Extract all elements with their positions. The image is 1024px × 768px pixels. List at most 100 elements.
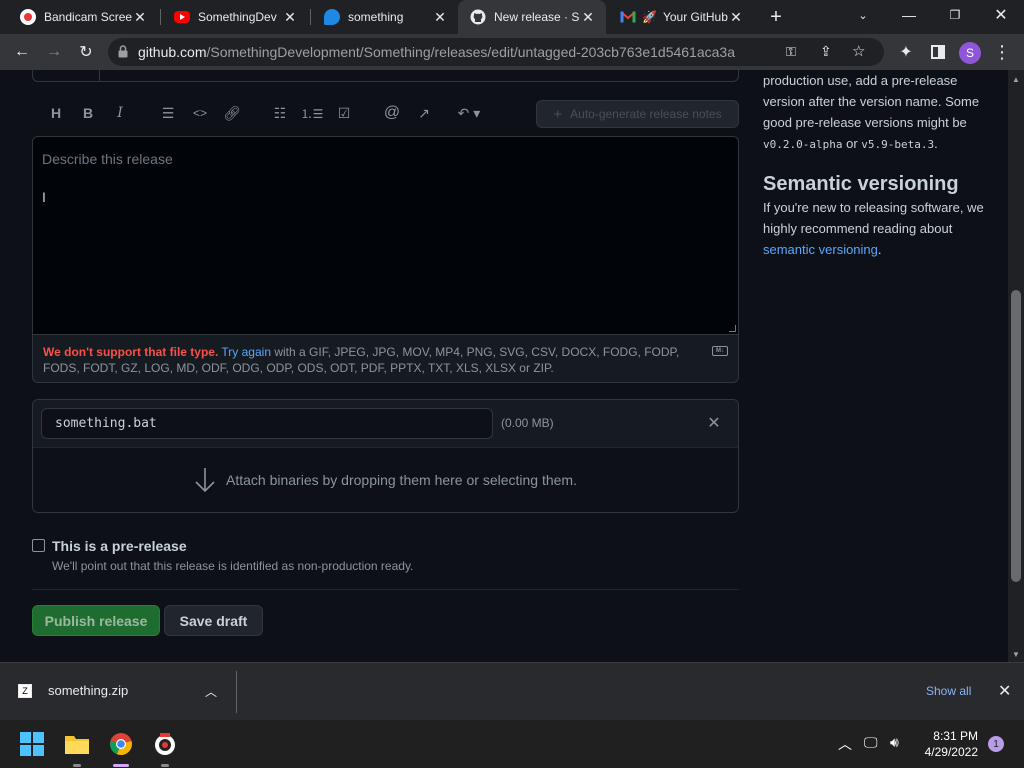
resize-handle[interactable] bbox=[729, 325, 736, 332]
heading-icon[interactable]: H bbox=[45, 102, 67, 124]
downloads-bar: Z something.zip ︿ Show all ✕ bbox=[0, 662, 1024, 720]
zip-file-icon: Z bbox=[18, 683, 32, 698]
prerelease-label[interactable]: This is a pre-release bbox=[52, 538, 187, 554]
lock-icon bbox=[118, 45, 128, 63]
app-icon bbox=[324, 9, 340, 25]
binaries-drop-zone[interactable]: Attach binaries by dropping them here or… bbox=[33, 448, 738, 512]
address-bar[interactable]: github.com/SomethingDevelopment/Somethin… bbox=[108, 38, 884, 66]
chevron-up-icon[interactable]: ︿ bbox=[838, 734, 852, 754]
publish-release-button[interactable]: Publish release bbox=[32, 605, 160, 636]
close-downloads-icon[interactable]: ✕ bbox=[998, 681, 1011, 701]
share-icon[interactable]: ⇪ bbox=[820, 43, 832, 60]
semantic-versioning-link[interactable]: semantic versioning bbox=[763, 242, 878, 257]
text-cursor-icon: I bbox=[42, 189, 46, 205]
browser-toolbar: ← → ↻ github.com/SomethingDevelopment/So… bbox=[0, 34, 1024, 70]
quote-icon[interactable]: ☰ bbox=[157, 102, 179, 124]
clock-time: 8:31 PM bbox=[933, 729, 978, 743]
remove-file-button[interactable]: ✕ bbox=[705, 414, 723, 432]
write-preview-tabs bbox=[32, 70, 739, 82]
close-icon[interactable]: ✕ bbox=[432, 9, 448, 25]
bullet-list-icon[interactable]: ☷ bbox=[269, 102, 291, 124]
youtube-icon bbox=[174, 11, 190, 23]
prerelease-note: We'll point out that this release is ide… bbox=[52, 559, 414, 573]
menu-kebab-icon[interactable]: ⋮ bbox=[988, 38, 1016, 66]
minimize-button[interactable]: — bbox=[886, 0, 932, 30]
reload-button[interactable]: ↻ bbox=[72, 38, 100, 66]
release-page: H B I ☰ <> 🔗︎ ☷ ⒈☰ ☑ @ ↗ ↶ ▾ + Auto-gener… bbox=[0, 70, 1008, 662]
release-description-textarea[interactable]: Describe this release I bbox=[33, 137, 738, 335]
tab-title: something bbox=[348, 10, 404, 24]
clock-date: 4/29/2022 bbox=[924, 745, 978, 759]
close-icon[interactable]: ✕ bbox=[728, 9, 744, 25]
mention-icon[interactable]: @ bbox=[381, 102, 403, 124]
reply-undo-icon[interactable]: ↶ ▾ bbox=[453, 102, 485, 124]
system-clock[interactable]: 8:31 PM 4/29/2022 bbox=[920, 728, 978, 760]
volume-icon[interactable]: 🔊︎ bbox=[890, 734, 899, 751]
new-tab-button[interactable]: + bbox=[762, 3, 790, 31]
release-help-sidebar: production use, add a pre-release versio… bbox=[763, 70, 993, 260]
browser-tab-gmail[interactable]: 🚀 Your GitHub ✕ bbox=[608, 0, 754, 34]
tab-search-button[interactable]: ⌄ bbox=[840, 0, 886, 30]
reference-icon[interactable]: ↗ bbox=[413, 102, 435, 124]
file-explorer-icon[interactable] bbox=[63, 730, 91, 758]
extensions-icon[interactable]: ✦ bbox=[892, 38, 920, 66]
auto-generate-notes-button[interactable]: + Auto-generate release notes bbox=[536, 100, 739, 128]
network-icon[interactable]: 🖵︎ bbox=[864, 734, 878, 751]
close-icon[interactable]: ✕ bbox=[132, 9, 148, 25]
semantic-versioning-heading: Semantic versioning bbox=[763, 173, 959, 195]
markdown-icon[interactable]: M↓ bbox=[712, 346, 728, 356]
bold-icon[interactable]: B bbox=[77, 102, 99, 124]
save-draft-button[interactable]: Save draft bbox=[164, 605, 263, 636]
semver-help-text: If you're new to releasing software, we … bbox=[763, 200, 984, 257]
divider bbox=[236, 671, 237, 713]
divider bbox=[32, 589, 739, 590]
arrow-down-icon bbox=[195, 468, 215, 493]
try-again-link[interactable]: Try again bbox=[221, 345, 271, 359]
close-window-button[interactable]: ✕ bbox=[978, 0, 1024, 30]
forward-button[interactable]: → bbox=[40, 38, 68, 66]
tab-title: SomethingDev bbox=[198, 10, 277, 24]
tab-title: New release · So bbox=[494, 10, 580, 24]
side-panel-icon[interactable] bbox=[924, 38, 952, 66]
attachments-box: something.bat (0.00 MB) ✕ Attach binarie… bbox=[32, 399, 739, 513]
record-icon bbox=[20, 9, 36, 25]
browser-tab-something[interactable]: something ✕ bbox=[312, 0, 458, 34]
chevron-up-icon[interactable]: ︿ bbox=[205, 683, 217, 700]
download-file-name: something.zip bbox=[48, 683, 129, 698]
github-icon bbox=[470, 9, 486, 25]
restore-button[interactable]: ❐ bbox=[932, 0, 978, 30]
link-icon[interactable]: 🔗︎ bbox=[221, 102, 243, 124]
chrome-icon[interactable] bbox=[107, 730, 135, 758]
numbered-list-icon[interactable]: ⒈☰ bbox=[301, 102, 324, 124]
close-icon[interactable]: ✕ bbox=[580, 9, 596, 25]
textarea-placeholder: Describe this release bbox=[42, 151, 173, 167]
browser-tab-youtube[interactable]: SomethingDev ✕ bbox=[162, 0, 308, 34]
bandicam-icon[interactable] bbox=[151, 730, 179, 758]
notification-badge[interactable]: 1 bbox=[988, 736, 1004, 752]
markdown-toolbar: H B I ☰ <> 🔗︎ ☷ ⒈☰ ☑ @ ↗ ↶ ▾ + Auto-gener… bbox=[32, 96, 739, 132]
windows-start-icon[interactable] bbox=[18, 730, 46, 758]
prerelease-checkbox[interactable] bbox=[32, 539, 45, 552]
profile-avatar[interactable]: S bbox=[959, 42, 981, 64]
attached-file-name-input[interactable]: something.bat bbox=[41, 408, 493, 439]
tab-strip: Bandicam Scree ✕ SomethingDev ✕ somethin… bbox=[0, 0, 1024, 34]
show-all-downloads-link[interactable]: Show all bbox=[926, 684, 971, 698]
tab-title: Bandicam Scree bbox=[44, 10, 132, 24]
taskbar-indicator bbox=[161, 764, 169, 767]
star-icon[interactable]: ☆ bbox=[852, 42, 865, 60]
code-icon[interactable]: <> bbox=[189, 102, 211, 124]
close-icon[interactable]: ✕ bbox=[282, 9, 298, 25]
tab-title: Your GitHub bbox=[662, 10, 728, 24]
gmail-icon bbox=[620, 9, 636, 25]
key-icon[interactable]: ⚿ bbox=[786, 44, 796, 60]
italic-icon[interactable]: I bbox=[109, 102, 131, 124]
download-item[interactable]: Z something.zip bbox=[18, 683, 128, 698]
scrollbar-thumb[interactable] bbox=[1011, 290, 1021, 582]
scroll-down-arrow-icon[interactable]: ▼ bbox=[1008, 647, 1024, 661]
browser-tab-new-release[interactable]: New release · So ✕ bbox=[458, 0, 606, 34]
browser-tab-bandicam[interactable]: Bandicam Scree ✕ bbox=[8, 0, 158, 34]
back-button[interactable]: ← bbox=[8, 38, 36, 66]
task-list-icon[interactable]: ☑ bbox=[333, 102, 355, 124]
scroll-up-arrow-icon[interactable]: ▲ bbox=[1008, 72, 1024, 86]
attached-file-size: (0.00 MB) bbox=[501, 416, 554, 430]
